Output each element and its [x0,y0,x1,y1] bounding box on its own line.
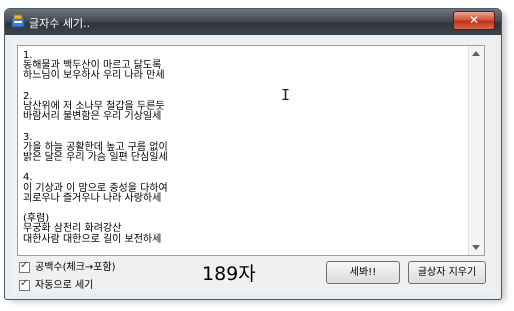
app-window: 글자수 세기.. ✕ 1. 동해물과 백두산이 마르고 닳도록 하느님이 보우하… [4,8,502,300]
include-spaces-checkbox[interactable]: ✓ [19,259,30,273]
auto-count-label: 자동으로 세기 [35,280,94,291]
scroll-down-arrow-icon[interactable] [472,245,480,250]
character-count: 189자 [202,263,256,285]
check-mark-icon: ✓ [20,259,29,271]
include-spaces-option[interactable]: ✓ 공백수(체크→포함) [19,258,116,273]
vertical-scrollbar[interactable] [468,46,484,255]
close-button[interactable]: ✕ [453,11,495,30]
title-bar[interactable]: 글자수 세기.. ✕ [5,9,501,35]
window-title: 글자수 세기.. [29,17,91,30]
text-content[interactable]: 1. 동해물과 백두산이 마르고 닳도록 하느님이 보우하사 우리 나라 만세 … [23,50,463,245]
scroll-up-arrow-icon[interactable] [472,51,480,56]
check-mark-icon: ✓ [20,277,29,289]
auto-count-option[interactable]: ✓ 자동으로 세기 [19,276,94,291]
count-button[interactable]: 세봐!! [326,261,400,284]
include-spaces-label: 공백수(체크→포함) [35,262,116,273]
text-cursor-icon: I [281,86,291,104]
clear-text-button[interactable]: 글상자 지우기 [408,261,486,284]
client-area: 1. 동해물과 백두산이 마르고 닳도록 하느님이 보우하사 우리 나라 만세 … [11,37,495,293]
text-input-area[interactable]: 1. 동해물과 백두산이 마르고 닳도록 하느님이 보우하사 우리 나라 만세 … [17,45,485,256]
app-icon [11,14,25,28]
auto-count-checkbox[interactable]: ✓ [19,277,30,291]
